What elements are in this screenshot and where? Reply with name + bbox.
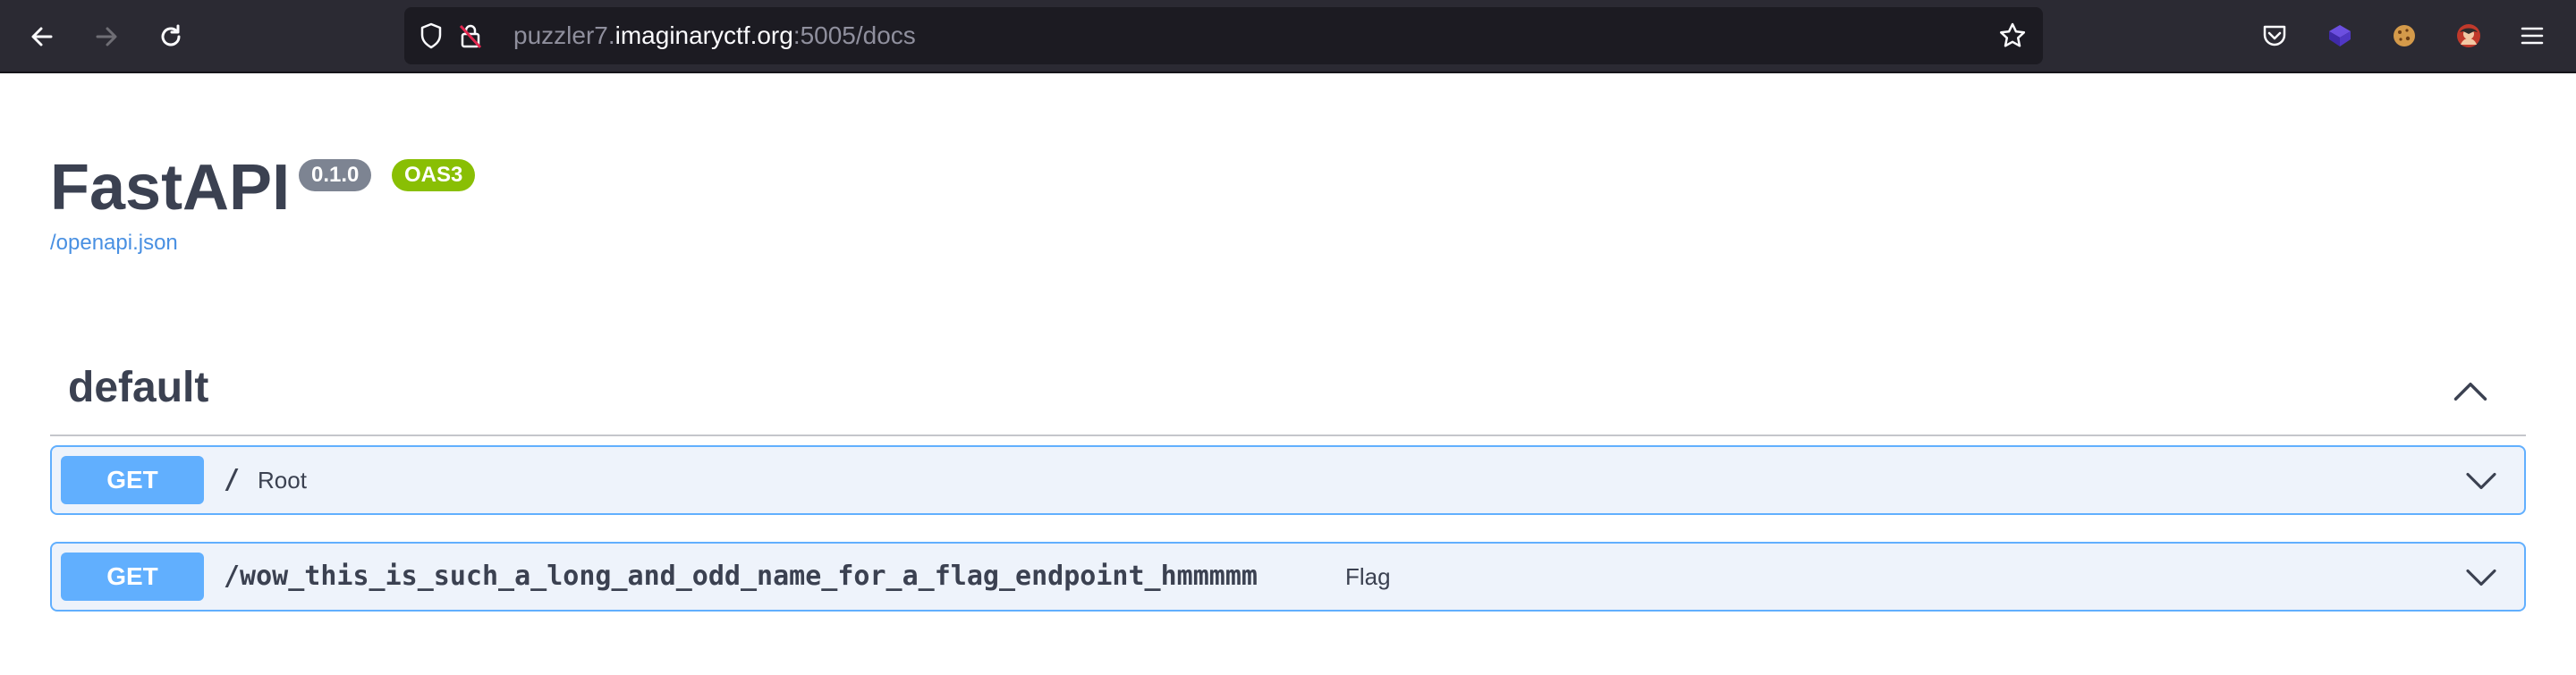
operation-get-flag[interactable]: GET /wow_this_is_such_a_long_and_odd_nam… [50,542,2526,612]
reload-button[interactable] [150,16,191,57]
operation-get-root[interactable]: GET / Root [50,445,2526,515]
version-badge: 0.1.0 [299,159,372,191]
pocket-button[interactable] [2258,20,2291,52]
url-text[interactable]: puzzler7.imaginaryctf.org:5005/docs [513,7,916,64]
browser-toolbar: puzzler7.imaginaryctf.org:5005/docs [0,0,2576,73]
app-menu-button[interactable] [2516,20,2548,52]
pocket-icon [2263,25,2286,46]
back-button[interactable] [21,16,63,57]
operation-summary: Root [258,467,307,494]
url-prefix: puzzler7. [513,21,615,49]
oas-badge: OAS3 [392,159,476,191]
insecure-lock-icon[interactable] [456,21,485,50]
chevron-up-icon[interactable] [2451,372,2490,411]
reload-icon [161,24,181,46]
extension-cookie-icon [2394,25,2415,46]
menu-icon [2521,27,2544,45]
operation-summary: Flag [1345,563,1391,590]
operation-path: /wow_this_is_such_a_long_and_odd_name_fo… [224,561,1258,592]
extension-cube-button[interactable] [2324,20,2356,52]
extension-cube-icon [2329,25,2351,46]
extension-cookie-button[interactable] [2388,20,2420,52]
back-icon [31,27,53,46]
extension-avatar-icon [2457,24,2480,47]
method-badge: GET [61,553,204,601]
openapi-json-link[interactable]: /openapi.json [50,231,178,256]
section-title: default [68,364,209,411]
address-bar[interactable]: puzzler7.imaginaryctf.org:5005/docs [404,7,2043,64]
api-title: FastAPI [50,152,291,224]
operation-path: / [224,464,241,495]
chevron-down-icon[interactable] [2463,560,2499,595]
forward-icon [96,27,117,46]
shield-icon[interactable] [417,21,445,50]
extension-avatar-button[interactable] [2453,20,2485,52]
url-host: imaginaryctf.org [614,21,793,49]
url-suffix: :5005/docs [792,21,916,49]
tag-section-default[interactable]: default [50,350,2526,436]
forward-button[interactable] [86,16,127,57]
bookmark-star-icon[interactable] [1998,21,2027,50]
chevron-down-icon[interactable] [2463,463,2499,499]
method-badge: GET [61,456,204,504]
